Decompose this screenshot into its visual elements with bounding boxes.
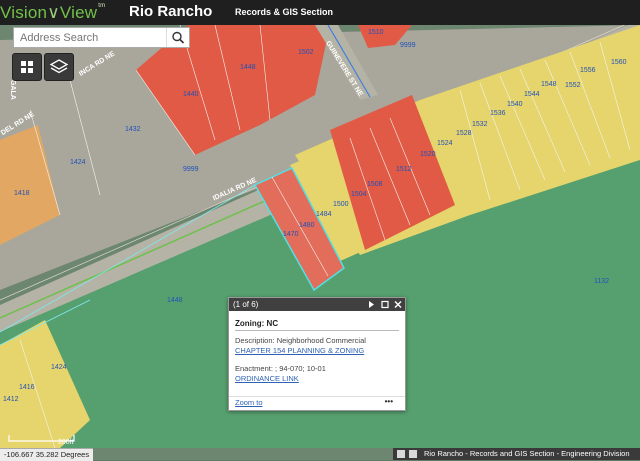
- attribution-icon: [409, 450, 417, 458]
- scale-bar: 200ft: [8, 435, 75, 445]
- popup-title: Zoning: NC: [235, 319, 279, 328]
- attribution-icon: [397, 450, 405, 458]
- zoom-to-link[interactable]: Zoom to: [235, 398, 263, 407]
- layers-icon: [49, 59, 69, 74]
- app-header: Vision∨Viewtm Rio Rancho Records & GIS S…: [0, 0, 640, 25]
- description-row: Description: Neighborhood Commercial: [235, 336, 366, 345]
- section-title: Records & GIS Section: [235, 7, 334, 17]
- coordinate-readout: -106.667 35.282 Degrees: [0, 448, 94, 461]
- close-icon[interactable]: [393, 299, 403, 310]
- attribution-text: Rio Rancho - Records and GIS Section - E…: [424, 449, 630, 458]
- search-icon: [172, 31, 185, 44]
- grid-icon: [21, 61, 33, 73]
- address-search: [13, 27, 190, 48]
- enactment-value: ; 94-070; 10-01: [275, 364, 326, 373]
- popup-counter: (1 of 6): [233, 300, 259, 309]
- enactment-label: Enactment:: [235, 364, 273, 373]
- scale-label: 200ft: [58, 439, 74, 445]
- enactment-row: Enactment: ; 94-070; 10-01: [235, 364, 326, 373]
- popup-footer-divider: [229, 396, 405, 397]
- visionview-logo: Vision∨Viewtm: [0, 3, 105, 23]
- logo-text-view: View: [59, 3, 98, 22]
- attribution-bar: Rio Rancho - Records and GIS Section - E…: [393, 448, 640, 460]
- next-feature-icon[interactable]: [366, 299, 376, 310]
- logo-v-icon: ∨: [47, 3, 60, 22]
- maximize-icon[interactable]: [380, 299, 390, 310]
- address-search-input[interactable]: [14, 28, 169, 47]
- description-label: Description:: [235, 336, 275, 345]
- description-value: Neighborhood Commercial: [276, 336, 366, 345]
- search-button[interactable]: [166, 28, 189, 47]
- ordinance-link[interactable]: ORDINANCE LINK: [235, 374, 299, 383]
- logo-text-vision: Vision: [0, 3, 48, 22]
- more-actions-button[interactable]: •••: [385, 397, 393, 406]
- layer-list-button[interactable]: [44, 53, 74, 81]
- popup-divider: [235, 330, 399, 331]
- logo-tm: tm: [98, 3, 106, 9]
- basemap-gallery-button[interactable]: [12, 53, 42, 81]
- popup-header: (1 of 6): [229, 298, 405, 311]
- chapter-link[interactable]: CHAPTER 154 PLANNING & ZONING: [235, 346, 364, 355]
- app-title: Rio Rancho: [129, 3, 213, 20]
- feature-popup: (1 of 6) Zoning: NC Description: Neighbo…: [228, 297, 406, 411]
